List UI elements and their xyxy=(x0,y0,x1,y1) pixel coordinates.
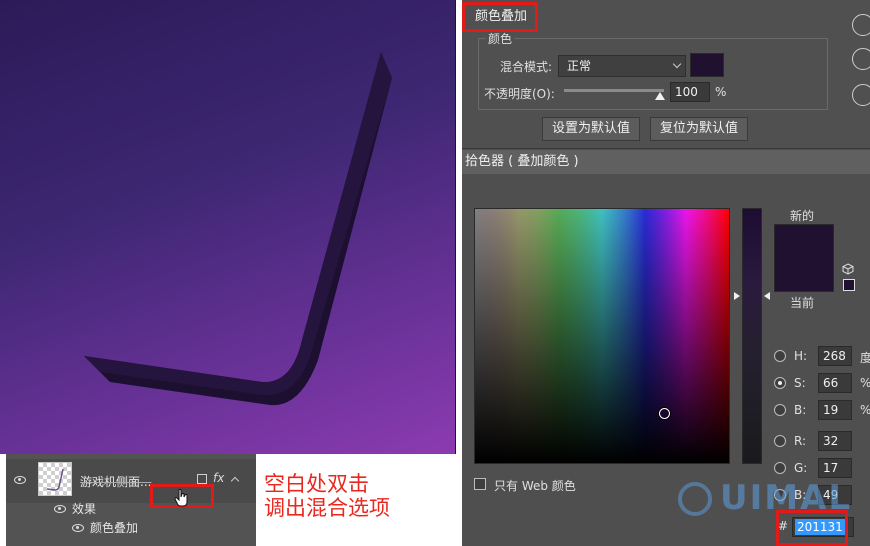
radio-g[interactable] xyxy=(774,462,786,474)
color-group-label: 颜色 xyxy=(486,30,515,47)
watermark-logo-icon xyxy=(678,482,712,516)
r-input[interactable]: 32 xyxy=(818,431,852,451)
blend-mode-select[interactable]: 正常 xyxy=(558,55,686,77)
layer-thumbnail[interactable] xyxy=(38,462,72,496)
s-unit: % xyxy=(860,376,870,390)
g-label: G: xyxy=(794,461,808,475)
opacity-slider[interactable] xyxy=(564,89,664,92)
web-colors-label: 只有 Web 颜色 xyxy=(494,479,576,493)
radio-b[interactable] xyxy=(774,404,786,416)
title-highlight xyxy=(462,2,538,32)
layer-thumbnail-icon xyxy=(46,468,64,491)
preview-button-ring[interactable] xyxy=(852,84,870,106)
opacity-slider-handle[interactable] xyxy=(655,92,665,100)
current-color-label: 当前 xyxy=(790,296,815,310)
document-canvas[interactable] xyxy=(0,0,456,454)
cancel-button-ring[interactable] xyxy=(852,48,870,70)
new-color-label: 新的 xyxy=(790,209,815,223)
opacity-unit: % xyxy=(715,85,727,99)
s-label: S: xyxy=(794,376,806,390)
b-unit: % xyxy=(860,403,870,417)
opacity-label: 不透明度(O): xyxy=(484,87,555,101)
h-input[interactable]: 268 xyxy=(818,346,852,366)
set-default-button[interactable]: 设置为默认值 xyxy=(542,117,640,141)
device-side-shape xyxy=(84,52,392,396)
b-input[interactable]: 19 xyxy=(818,400,852,420)
hue-slider[interactable] xyxy=(742,208,762,464)
chevron-down-icon xyxy=(672,59,682,69)
hand-cursor-icon xyxy=(174,489,188,507)
r-label: R: xyxy=(794,434,807,448)
blend-mode-label: 混合模式: xyxy=(500,60,553,74)
layer-name[interactable]: 游戏机侧面... xyxy=(80,473,151,490)
visibility-eye-icon[interactable] xyxy=(14,476,26,484)
fx-icon[interactable]: fx xyxy=(213,471,224,485)
radio-s[interactable] xyxy=(774,377,786,389)
ok-button-ring[interactable] xyxy=(852,14,870,36)
h-label: H: xyxy=(794,349,808,363)
color-picker-title: 拾色器 ( 叠加颜色 ) xyxy=(462,150,870,174)
saturation-brightness-field[interactable] xyxy=(474,208,730,464)
effect-color-overlay[interactable]: 颜色叠加 xyxy=(90,519,138,536)
radio-h[interactable] xyxy=(774,350,786,362)
hue-marker-right-icon[interactable] xyxy=(764,292,770,300)
color-field-marker[interactable] xyxy=(659,408,670,419)
h-unit: 度 xyxy=(860,351,870,365)
s-input[interactable]: 66 xyxy=(818,373,852,393)
effects-label: 效果 xyxy=(72,502,97,516)
layers-panel: 游戏机侧面... fx 效果 颜色叠加 xyxy=(6,454,256,546)
shape-layer-artwork xyxy=(84,52,392,406)
hue-marker-left-icon[interactable] xyxy=(734,292,740,300)
instruction-annotation: 空白处双击 调出混合选项 xyxy=(264,472,390,520)
cube-icon[interactable] xyxy=(842,263,854,275)
reset-default-button[interactable]: 复位为默认值 xyxy=(650,117,748,141)
g-input[interactable]: 17 xyxy=(818,458,852,478)
radio-r[interactable] xyxy=(774,435,786,447)
overlay-visibility-eye-icon[interactable] xyxy=(72,524,84,532)
layer-link-icon xyxy=(197,474,207,484)
b-label: B: xyxy=(794,403,807,417)
overlay-color-swatch[interactable] xyxy=(690,53,724,77)
opacity-input[interactable]: 100 xyxy=(670,82,710,102)
instruction-line-1: 空白处双击 xyxy=(264,472,369,496)
effects-visibility-eye-icon[interactable] xyxy=(54,505,66,513)
web-colors-checkbox[interactable] xyxy=(474,478,486,490)
current-color-chip[interactable] xyxy=(843,279,855,291)
hex-highlight xyxy=(776,510,848,546)
blend-mode-value: 正常 xyxy=(567,59,592,73)
new-color-preview xyxy=(774,224,834,292)
instruction-line-2: 调出混合选项 xyxy=(264,496,390,520)
